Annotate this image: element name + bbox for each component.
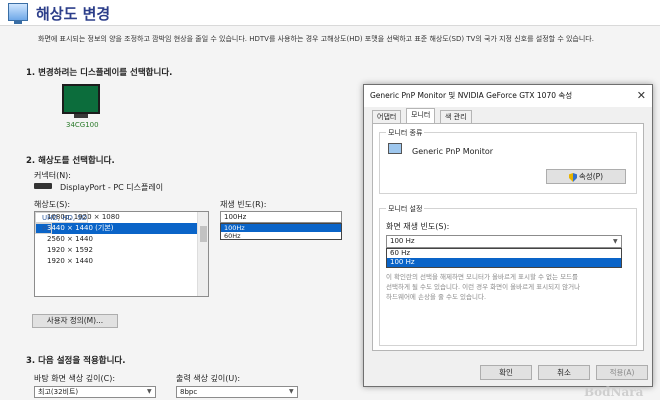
chevron-down-icon: ▼ [613, 238, 618, 245]
dialog-refresh-label: 화면 재생 빈도(S): [386, 222, 450, 231]
monitor-tab-panel: 모니터 종류 Generic PnP Monitor 속성(P) 모니터 설정 … [372, 123, 644, 351]
dialog-refresh-option[interactable]: 100 Hz [387, 258, 621, 267]
tab-color-management[interactable]: 색 관리 [440, 110, 472, 123]
monitor-icon [388, 143, 402, 154]
step2-heading: 2. 해상도를 선택합니다. [26, 156, 115, 166]
apply-button[interactable]: 적용(A) [596, 365, 648, 380]
scrollbar-thumb[interactable] [200, 226, 207, 242]
uac-shield-icon [569, 173, 577, 182]
resolution-option[interactable]: 3440 × 1440 (기본) [35, 223, 208, 234]
display-settings-icon [8, 3, 28, 24]
cancel-button[interactable]: 취소 [538, 365, 590, 380]
dialog-refresh-options[interactable]: 60 Hz 100 Hz [386, 248, 622, 268]
page-description: 화면에 표시되는 정보의 양을 조정하고 깜박임 현상을 줄일 수 있습니다. … [38, 35, 594, 43]
monitor-type-group: 모니터 종류 Generic PnP Monitor 속성(P) [379, 128, 637, 194]
properties-button[interactable]: 속성(P) [546, 169, 626, 184]
info-line: 하드웨어에 손상을 줄 수도 있습니다. [386, 293, 487, 301]
resolution-list[interactable]: UHD, HD, SD 1080p, 1920 × 1080 PC 3440 × 14… [34, 211, 209, 297]
close-icon[interactable]: ✕ [637, 89, 646, 102]
connector-label: 커넥터(N): [34, 171, 72, 180]
chevron-down-icon: ▼ [147, 388, 152, 395]
monitor-type-title: 모니터 종류 [386, 128, 425, 138]
resolution-option[interactable]: 1920 × 1592 [35, 245, 208, 256]
connector-value: DisplayPort - PC 디스플레이 [60, 183, 164, 192]
dialog-refresh-option[interactable]: 60 Hz [387, 249, 621, 258]
displayport-icon [34, 183, 52, 189]
title-bar: 해상도 변경 [0, 0, 660, 26]
info-line: 선택하게 될 수도 있습니다. 이런 경우 화면이 올바르게 표시되지 않거나 [386, 283, 581, 291]
output-color-label: 출력 색상 깊이(U): [176, 374, 241, 383]
step1-heading: 1. 변경하려는 디스플레이를 선택합니다. [26, 68, 173, 78]
watermark: BodNara [584, 385, 644, 399]
resolution-group-header: PC [35, 223, 53, 234]
refresh-option[interactable]: 60Hz [221, 232, 341, 240]
desktop-color-label: 바탕 화면 색상 깊이(C): [34, 374, 116, 383]
refresh-option[interactable]: 100Hz [221, 224, 341, 232]
refresh-rate-options[interactable]: 100Hz 60Hz [220, 223, 342, 240]
output-color-select[interactable]: 8bpc [176, 386, 298, 398]
resolution-label: 해상도(S): [34, 200, 71, 209]
info-line: 이 확인란의 선택을 해제하면 모니터가 올바르게 표시할 수 없는 모드를 [386, 273, 579, 281]
resolution-option[interactable]: 2560 × 1440 [35, 234, 208, 245]
monitor-properties-dialog: Generic PnP Monitor 및 NVIDIA GeForce GTX… [363, 84, 653, 387]
refresh-label: 재생 빈도(R): [220, 200, 267, 209]
chevron-down-icon: ▼ [289, 388, 294, 395]
custom-resolution-button[interactable]: 사용자 정의(M)... [32, 314, 118, 328]
refresh-rate-select[interactable]: 100Hz [220, 211, 342, 223]
display-label: 34CG100 [66, 121, 99, 129]
resolution-group-header: UHD, HD, SD [35, 212, 89, 223]
monitor-icon[interactable] [62, 84, 100, 114]
resolution-scrollbar[interactable] [197, 212, 208, 296]
monitor-settings-group: 모니터 설정 화면 재생 빈도(S): 100 Hz ▼ 60 Hz 100 H… [379, 204, 637, 346]
page-title: 해상도 변경 [36, 5, 111, 23]
tab-adapter[interactable]: 어댑터 [372, 110, 402, 123]
monitor-settings-title: 모니터 설정 [386, 204, 425, 214]
desktop-color-select[interactable]: 최고(32비트) [34, 386, 156, 398]
tab-monitor[interactable]: 모니터 [406, 108, 436, 123]
monitor-name: Generic PnP Monitor [412, 147, 494, 156]
resolution-option[interactable]: 1920 × 1440 [35, 256, 208, 267]
monitor-stand [74, 114, 88, 118]
ok-button[interactable]: 확인 [480, 365, 532, 380]
dialog-refresh-select[interactable]: 100 Hz [386, 235, 622, 248]
step3-heading: 3. 다음 설정을 적용합니다. [26, 356, 126, 366]
dialog-title: Generic PnP Monitor 및 NVIDIA GeForce GTX… [364, 85, 652, 107]
properties-button-label: 속성(P) [578, 172, 604, 181]
